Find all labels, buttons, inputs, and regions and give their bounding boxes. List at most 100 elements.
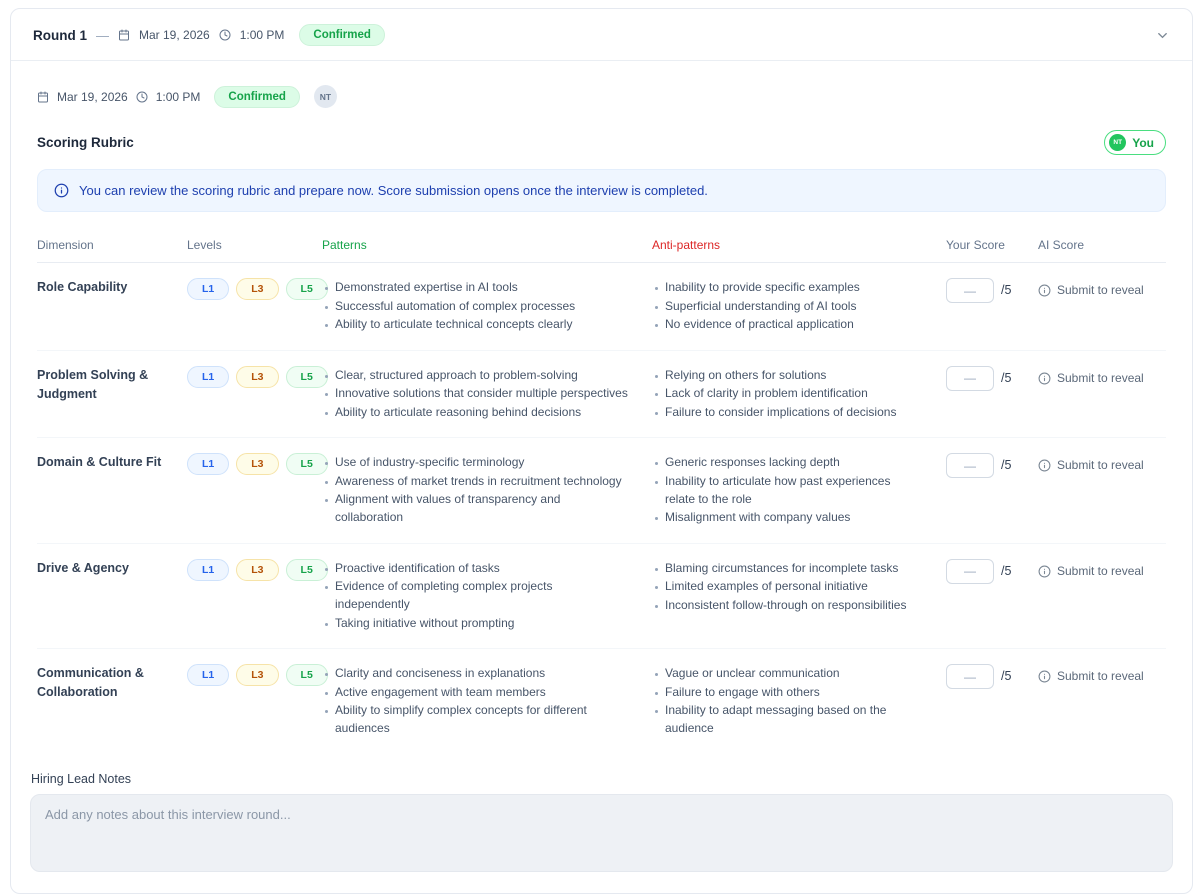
- patterns-item: Use of industry-specific terminology: [322, 453, 628, 471]
- level-badge-l1[interactable]: L1: [187, 453, 229, 475]
- patterns-item: Awareness of market trends in recruitmen…: [322, 472, 628, 490]
- info-banner-text: You can review the scoring rubric and pr…: [79, 183, 708, 198]
- patterns-list: Proactive identification of tasksEvidenc…: [322, 559, 652, 633]
- meta-time: 1:00 PM: [156, 90, 201, 104]
- patterns-item: Ability to articulate technical concepts…: [322, 315, 628, 333]
- info-icon: [54, 183, 69, 198]
- score-input[interactable]: [946, 559, 994, 584]
- score-max: /5: [1001, 664, 1011, 683]
- anti-patterns-item: No evidence of practical application: [652, 315, 922, 333]
- anti-patterns-item: Limited examples of personal initiative: [652, 577, 922, 595]
- info-icon: [1038, 565, 1051, 578]
- status-badge: Confirmed: [299, 24, 385, 46]
- chevron-down-icon[interactable]: [1155, 28, 1170, 43]
- anti-patterns-list: Inability to provide specific examplesSu…: [652, 278, 946, 334]
- patterns-list: Use of industry-specific terminologyAwar…: [322, 453, 652, 527]
- patterns-item: Alignment with values of transparency an…: [322, 490, 628, 526]
- ai-score-label: Submit to reveal: [1057, 669, 1144, 683]
- score-max: /5: [1001, 453, 1011, 472]
- level-badge-l3[interactable]: L3: [236, 366, 278, 388]
- anti-patterns-item: Vague or unclear communication: [652, 664, 922, 682]
- notes-label: Hiring Lead Notes: [31, 772, 1174, 786]
- level-badge-l3[interactable]: L3: [236, 453, 278, 475]
- patterns-list: Clear, structured approach to problem-so…: [322, 366, 652, 422]
- score-input[interactable]: [946, 664, 994, 689]
- info-banner: You can review the scoring rubric and pr…: [37, 169, 1166, 212]
- you-badge[interactable]: NT You: [1104, 130, 1166, 155]
- anti-patterns-list: Vague or unclear communicationFailure to…: [652, 664, 946, 738]
- calendar-icon: [118, 29, 130, 41]
- calendar-icon: [37, 91, 49, 103]
- column-header-anti-patterns: Anti-patterns: [652, 238, 946, 252]
- round-accordion-header[interactable]: Round 1 — Mar 19, 2026 1:00 PM Confirmed: [11, 9, 1192, 61]
- level-badge-l3[interactable]: L3: [236, 278, 278, 300]
- ai-score-cell: Submit to reveal: [1038, 559, 1166, 633]
- anti-patterns-item: Lack of clarity in problem identificatio…: [652, 384, 922, 402]
- patterns-item: Ability to articulate reasoning behind d…: [322, 403, 628, 421]
- round-content: Mar 19, 2026 1:00 PM Confirmed NT Scorin…: [11, 61, 1192, 893]
- anti-patterns-item: Inconsistent follow-through on responsib…: [652, 596, 922, 614]
- score-input[interactable]: [946, 453, 994, 478]
- round-date: Mar 19, 2026: [139, 28, 210, 42]
- you-badge-label: You: [1132, 136, 1154, 150]
- ai-score-cell: Submit to reveal: [1038, 278, 1166, 334]
- patterns-item: Taking initiative without prompting: [322, 614, 628, 632]
- patterns-item: Evidence of completing complex projects …: [322, 577, 628, 613]
- meta-date: Mar 19, 2026: [57, 90, 128, 104]
- dimension-name: Communication & Collaboration: [37, 664, 187, 738]
- score-input[interactable]: [946, 278, 994, 303]
- level-badge-l3[interactable]: L3: [236, 664, 278, 686]
- patterns-list: Clarity and conciseness in explanationsA…: [322, 664, 652, 738]
- patterns-item: Innovative solutions that consider multi…: [322, 384, 628, 402]
- table-row: Drive & Agency L1L3L5 Proactive identifi…: [37, 544, 1166, 650]
- levels-group: L1L3L5: [187, 453, 322, 527]
- anti-patterns-item: Inability to adapt messaging based on th…: [652, 701, 922, 737]
- info-icon: [1038, 372, 1051, 385]
- levels-group: L1L3L5: [187, 559, 322, 633]
- anti-patterns-list: Blaming circumstances for incomplete tas…: [652, 559, 946, 633]
- anti-patterns-item: Failure to consider implications of deci…: [652, 403, 922, 421]
- anti-patterns-item: Blaming circumstances for incomplete tas…: [652, 559, 922, 577]
- level-badge-l1[interactable]: L1: [187, 664, 229, 686]
- levels-group: L1L3L5: [187, 366, 322, 422]
- score-input[interactable]: [946, 366, 994, 391]
- status-badge: Confirmed: [214, 86, 300, 108]
- ai-score-label: Submit to reveal: [1057, 564, 1144, 578]
- your-score-cell: /5: [946, 278, 1038, 334]
- hiring-lead-notes-input[interactable]: [30, 794, 1173, 872]
- patterns-item: Clarity and conciseness in explanations: [322, 664, 628, 682]
- column-header-levels: Levels: [187, 238, 322, 252]
- your-score-cell: /5: [946, 664, 1038, 738]
- anti-patterns-item: Failure to engage with others: [652, 683, 922, 701]
- rubric-table-header: Dimension Levels Patterns Anti-patterns …: [37, 230, 1166, 263]
- levels-group: L1L3L5: [187, 664, 322, 738]
- rubric-rows: Role Capability L1L3L5 Demonstrated expe…: [37, 263, 1166, 754]
- level-badge-l1[interactable]: L1: [187, 278, 229, 300]
- patterns-item: Clear, structured approach to problem-so…: [322, 366, 628, 384]
- ai-score-label: Submit to reveal: [1057, 283, 1144, 297]
- score-max: /5: [1001, 559, 1011, 578]
- level-badge-l1[interactable]: L1: [187, 366, 229, 388]
- levels-group: L1L3L5: [187, 278, 322, 334]
- avatar: NT: [314, 85, 337, 108]
- ai-score-label: Submit to reveal: [1057, 458, 1144, 472]
- anti-patterns-item: Superficial understanding of AI tools: [652, 297, 922, 315]
- anti-patterns-item: Generic responses lacking depth: [652, 453, 922, 471]
- patterns-item: Active engagement with team members: [322, 683, 628, 701]
- anti-patterns-item: Inability to articulate how past experie…: [652, 472, 922, 508]
- info-icon: [1038, 459, 1051, 472]
- column-header-ai-score: AI Score: [1038, 238, 1166, 252]
- table-row: Communication & Collaboration L1L3L5 Cla…: [37, 649, 1166, 754]
- page-title: Scoring Rubric: [37, 135, 134, 150]
- level-badge-l3[interactable]: L3: [236, 559, 278, 581]
- column-header-your-score: Your Score: [946, 238, 1038, 252]
- separator: —: [96, 28, 109, 43]
- ai-score-cell: Submit to reveal: [1038, 453, 1166, 527]
- column-header-dimension: Dimension: [37, 238, 187, 252]
- anti-patterns-list: Relying on others for solutionsLack of c…: [652, 366, 946, 422]
- anti-patterns-list: Generic responses lacking depthInability…: [652, 453, 946, 527]
- level-badge-l1[interactable]: L1: [187, 559, 229, 581]
- dimension-name: Problem Solving & Judgment: [37, 366, 187, 422]
- your-score-cell: /5: [946, 453, 1038, 527]
- anti-patterns-item: Relying on others for solutions: [652, 366, 922, 384]
